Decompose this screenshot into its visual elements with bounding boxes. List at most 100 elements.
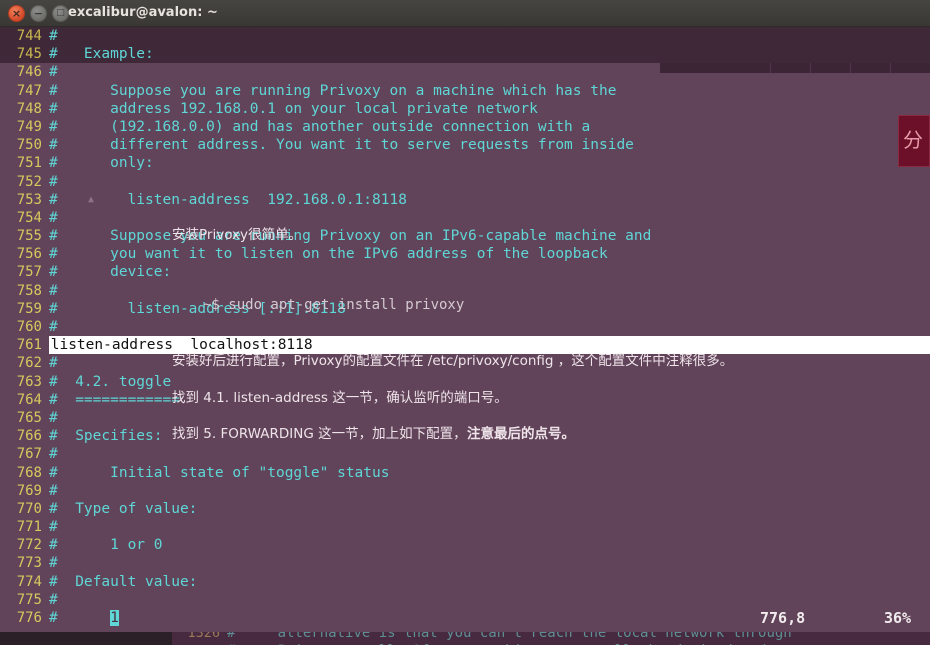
anno-find-listen-address: 找到 4.1. listen-address 这一节，确认监听的端口号。	[172, 386, 508, 406]
line-text: listen-address 192.168.0.1:8118	[58, 192, 407, 208]
line-text: Example:	[58, 46, 154, 62]
comment-marker: #	[49, 555, 58, 571]
terminal-line: 757# device:	[0, 263, 930, 281]
line-number: 748	[0, 100, 42, 118]
line-number: 744	[0, 27, 42, 45]
line-number: 773	[0, 554, 42, 572]
line-number: 767	[0, 445, 42, 463]
minimize-button[interactable]: −	[30, 5, 47, 22]
line-text: Default value:	[58, 574, 198, 590]
window-main-controls[interactable]: × − □	[8, 5, 69, 22]
comment-marker: #	[49, 446, 58, 462]
line-number: 746	[0, 63, 42, 81]
close-icon: ×	[9, 6, 24, 21]
terminal-line: 768# Initial state of "toggle" status	[0, 464, 930, 482]
window-main-titlebar[interactable]: × − □ excalibur@avalon: ~	[0, 0, 930, 27]
line-number: 752	[0, 173, 42, 191]
comment-marker: #	[49, 301, 58, 317]
window-title: excalibur@avalon: ~	[68, 5, 218, 20]
line-text: address 192.168.0.1 on your local privat…	[58, 101, 538, 117]
comment-marker: #	[49, 465, 58, 481]
line-text: you want it to listen on the IPv6 addres…	[58, 246, 608, 262]
close-button[interactable]: ×	[8, 5, 25, 22]
comment-marker: #	[49, 137, 58, 153]
cursor-position: 776,8	[760, 609, 805, 627]
line-text: device:	[58, 264, 172, 280]
line-number: 764	[0, 391, 42, 409]
terminal-main-body[interactable]: 分 744#745# Example:746#747# Suppose you …	[0, 27, 930, 632]
line-text: ============	[58, 392, 180, 408]
comment-marker: #	[49, 392, 58, 408]
line-number: 753	[0, 191, 42, 209]
line-number: 774	[0, 573, 42, 591]
line-number: 762	[0, 354, 42, 372]
comment-marker: #	[49, 228, 58, 244]
terminal-line: 745 # Example:	[0, 45, 930, 63]
anno-note-trailing-dot: 注意最后的点号。	[467, 422, 575, 442]
line-number: 761	[0, 336, 42, 354]
terminal-window-main[interactable]: × − □ excalibur@avalon: ~	[0, 0, 930, 632]
line-text: Specifies:	[58, 428, 163, 444]
line-number: 769	[0, 482, 42, 500]
line-number: 768	[0, 464, 42, 482]
line-number: 755	[0, 227, 42, 245]
terminal-line: 747# Suppose you are running Privoxy on …	[0, 82, 930, 100]
comment-marker: #	[49, 155, 58, 171]
comment-marker: #	[49, 283, 58, 299]
comment-marker: #	[49, 210, 58, 226]
terminal-line: 772# 1 or 0	[0, 536, 930, 554]
terminal-line: 752#	[0, 173, 930, 191]
terminal-line: 749# (192.168.0.0) and has another outsi…	[0, 118, 930, 136]
line-number: 760	[0, 318, 42, 336]
comment-marker: #	[49, 28, 58, 44]
comment-marker: #	[49, 483, 58, 499]
maximize-icon: □	[53, 6, 68, 21]
comment-marker: #	[49, 46, 58, 62]
line-number: 772	[0, 536, 42, 554]
comment-marker: #	[49, 537, 58, 553]
comment-marker: #	[49, 519, 58, 535]
terminal-line: 755 # Suppose you are running Privoxy on …	[0, 227, 930, 245]
terminal-text-rows: 744 #745 # Example: 746 #747# Suppose you ar…	[0, 27, 930, 627]
line-number: 751	[0, 154, 42, 172]
maximize-button[interactable]: □	[52, 5, 69, 22]
line-number: 758	[0, 282, 42, 300]
line-number: 759	[0, 300, 42, 318]
terminal-line: 750# different address. You want it to s…	[0, 136, 930, 154]
line-text: Type of value:	[58, 501, 198, 517]
anno-apt-get-command: ~$ sudo apt-get install privoxy	[203, 297, 464, 313]
comment-marker: #	[49, 574, 58, 590]
terminal-line: 767 #	[0, 445, 930, 463]
comment-marker: #	[49, 501, 58, 517]
line-number: 749	[0, 118, 42, 136]
line-text: only:	[58, 155, 154, 171]
terminal-line: 744 #	[0, 27, 930, 45]
terminal-line: 751 # only:	[0, 154, 930, 172]
terminal-line: 759# listen-address [::1]:8118	[0, 300, 930, 318]
anno-find-forwarding: 找到 5. FORWARDING 这一节，加上如下配置，	[172, 422, 467, 442]
line-number: 765	[0, 409, 42, 427]
line-text: (192.168.0.0) and has another outside co…	[58, 119, 591, 135]
comment-marker: #	[49, 83, 58, 99]
line-number: 745	[0, 45, 42, 63]
line-text: Suppose you are running Privoxy on a mac…	[58, 83, 617, 99]
comment-marker: #	[49, 428, 58, 444]
line-number: 756	[0, 245, 42, 263]
line-text: 4.2. toggle	[58, 374, 172, 390]
fold-marker[interactable]: ▲	[88, 191, 94, 209]
comment-marker: #	[49, 355, 58, 371]
comment-marker: #	[49, 319, 58, 335]
terminal-line: 773 #	[0, 554, 930, 572]
line-text: Suppose you are running Privoxy on an IP…	[58, 228, 652, 244]
terminal-line: 754#	[0, 209, 930, 227]
line-text: different address. You want it to serve …	[58, 137, 634, 153]
terminal-line: 748# address 192.168.0.1 on your local p…	[0, 100, 930, 118]
status-bar: 776,8 36%	[0, 606, 930, 632]
terminal-line: 771#	[0, 518, 930, 536]
terminal-line: 770# Type of value:	[0, 500, 930, 518]
comment-marker: #	[49, 246, 58, 262]
terminal-line: 774 # Default value:	[0, 573, 930, 591]
comment-marker: #	[49, 374, 58, 390]
comment-marker: #	[49, 264, 58, 280]
anno-install-simple: 安装Privoxy很简单。	[172, 223, 302, 243]
